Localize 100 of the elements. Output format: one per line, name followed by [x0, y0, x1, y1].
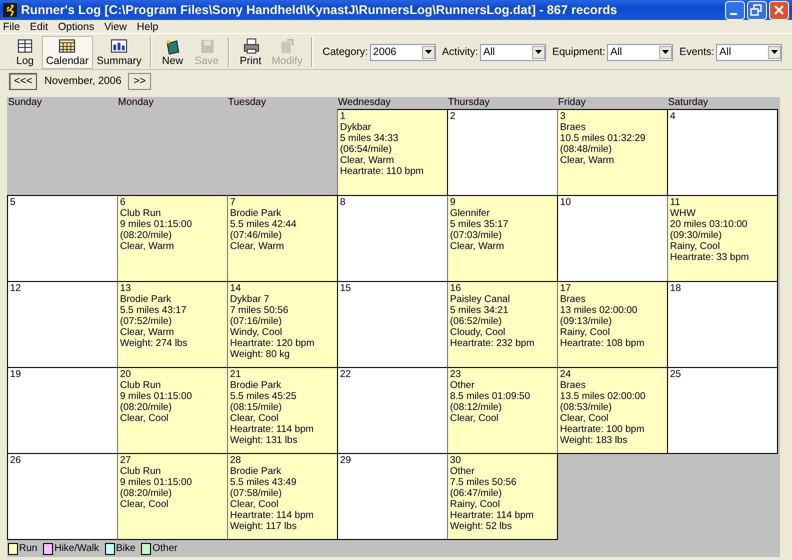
- menu-item[interactable]: Options: [58, 20, 94, 32]
- toolbar-button[interactable]: Summary: [92, 36, 146, 68]
- menu-item[interactable]: File: [3, 20, 20, 32]
- entry-text: 9 miles 01:15:00: [120, 391, 193, 402]
- entry-text: 7 miles 50:56: [230, 305, 290, 316]
- filter-dropdown[interactable]: 2006: [370, 44, 436, 60]
- next-month-button[interactable]: >>: [128, 72, 151, 90]
- entry-text: 20 miles 03:10:00: [670, 219, 748, 230]
- day-cell[interactable]: 28 Brodie Park 5.5 miles 43:49 (07:58/mile) Clear, Cool Heartrate: 114 bpm Weight: 117 lbs: [227, 453, 338, 540]
- minimize-button[interactable]: [725, 0, 745, 20]
- entry-text: WHW: [670, 208, 697, 219]
- entry-text: Clear, Warm: [560, 155, 616, 166]
- day-number: 22: [340, 369, 352, 380]
- day-cell[interactable]: 14 Dykbar 7 7 miles 50:56 (07:16/mile) Windy, Cool Heartrate: 120 bpm Weight: 80 kg: [227, 281, 338, 368]
- day-cell[interactable]: 8: [337, 195, 448, 282]
- day-number: 20: [120, 369, 132, 380]
- entry-text: Dykbar: [340, 122, 372, 133]
- toolbar-button[interactable]: Calendar: [42, 36, 93, 68]
- entry-text: (08:53/mile): [560, 402, 613, 413]
- day-cell[interactable]: 30 Other 7.5 miles 50:56 (06:47/mile) Rainy, Cool Heartrate: 114 bpm Weight: 52 lbs: [447, 453, 558, 540]
- entry-text: 13 miles 02:00:00: [560, 305, 638, 316]
- entry-text: Other: [450, 466, 476, 477]
- day-cell[interactable]: 15: [337, 281, 448, 368]
- day-number: 19: [10, 369, 22, 380]
- day-cell[interactable]: 11 WHW 20 miles 03:10:00 (09:30/mile) Rainy, Cool Heartrate: 33 bpm: [667, 195, 778, 282]
- filter-label: Events:: [679, 46, 714, 58]
- day-cell[interactable]: 27 Club Run 9 miles 01:15:00 (08:20/mile) Clear, Cool: [117, 453, 228, 540]
- entry-text: 5.5 miles 42:44: [230, 219, 298, 230]
- close-button[interactable]: [769, 0, 789, 20]
- entry-text: Heartrate: 33 bpm: [670, 252, 750, 263]
- day-cell[interactable]: 12: [7, 281, 118, 368]
- day-number: 8: [340, 197, 346, 208]
- entry-text: 7.5 miles 50:56: [450, 477, 518, 488]
- day-cell[interactable]: 9 Glennifer 5 miles 35:17 (07:03/mile) Clear, Warm: [447, 195, 558, 282]
- day-cell[interactable]: 17 Braes 13 miles 02:00:00 (09:13/mile) Rainy, Cool Heartrate: 108 bpm: [557, 281, 668, 368]
- weekday-header: Wednesday: [337, 97, 392, 109]
- day-cell[interactable]: 29: [337, 453, 448, 540]
- entry-text: Glennifer: [450, 208, 491, 219]
- day-cell[interactable]: 22: [337, 367, 448, 454]
- day-cell[interactable]: 2: [447, 109, 558, 196]
- day-cell[interactable]: 24 Braes 13.5 miles 02:00:00 (08:53/mile) Clear, Cool Heartrate: 100 bpm Weight: 183 lbs: [557, 367, 668, 454]
- day-number: 10: [560, 197, 572, 208]
- toolbar-button[interactable]: Log: [8, 36, 42, 68]
- restore-button[interactable]: [747, 0, 767, 20]
- day-number: 14: [230, 283, 242, 294]
- toolbar-button[interactable]: New: [156, 36, 190, 68]
- filter-dropdown[interactable]: All: [716, 44, 782, 60]
- entry-text: (09:30/mile): [670, 230, 723, 241]
- filter-dropdown[interactable]: All: [607, 44, 674, 60]
- dropdown-arrow-icon: [535, 50, 542, 54]
- menu-item[interactable]: Help: [136, 20, 158, 32]
- day-cell[interactable]: 1 Dykbar 5 miles 34:33 (06:54/mile) Clear, Warm Heartrate: 110 bpm: [337, 109, 448, 196]
- day-cell[interactable]: 10: [557, 195, 668, 282]
- entry-text: Brodie Park: [120, 294, 172, 305]
- day-cell[interactable]: 20 Club Run 9 miles 01:15:00 (08:20/mile) Clear, Cool: [117, 367, 228, 454]
- entry-text: 5 miles 35:17: [450, 219, 510, 230]
- day-number: 13: [120, 283, 132, 294]
- day-cell[interactable]: 13 Brodie Park 5.5 miles 43:17 (07:52/mile) Clear, Warm Weight: 274 lbs: [117, 281, 228, 368]
- toolbar-button[interactable]: Print: [234, 36, 268, 68]
- entry-text: Weight: 117 lbs: [230, 521, 298, 532]
- menu-item[interactable]: Edit: [30, 20, 48, 32]
- day-cell[interactable]: 26: [7, 453, 118, 540]
- weekday-header: Saturday: [667, 97, 710, 109]
- day-cell[interactable]: 25: [667, 367, 778, 454]
- day-cell[interactable]: 6 Club Run 9 miles 01:15:00 (08:20/mile) Clear, Warm: [117, 195, 228, 282]
- entry-text: Rainy, Cool: [560, 327, 611, 338]
- entry-text: Clear, Warm: [340, 155, 396, 166]
- entry-text: (08:20/mile): [120, 488, 173, 499]
- day-cell[interactable]: 23 Other 8.5 miles 01:09:50 (08:12/mile) Clear, Cool: [447, 367, 558, 454]
- entry-text: (07:03/mile): [450, 230, 503, 241]
- day-number: 11: [670, 197, 682, 208]
- list-icon: [15, 38, 35, 54]
- day-number: 24: [560, 369, 572, 380]
- entry-text: (08:20/mile): [120, 402, 173, 413]
- entry-text: (06:52/mile): [450, 316, 503, 327]
- filter-dropdown[interactable]: All: [480, 44, 546, 60]
- entry-text: Weight: 52 lbs: [450, 521, 513, 532]
- runner-icon: [3, 3, 17, 17]
- previous-month-button[interactable]: <<<: [9, 72, 38, 90]
- day-cell[interactable]: 7 Brodie Park 5.5 miles 42:44 (07:46/mile) Clear, Warm: [227, 195, 338, 282]
- entry-text: Clear, Warm: [230, 241, 286, 252]
- entry-text: Clear, Cool: [230, 499, 280, 510]
- menu-item[interactable]: View: [104, 20, 127, 32]
- entry-text: (08:12/mile): [450, 402, 503, 413]
- day-number: 6: [120, 197, 126, 208]
- day-number: 17: [560, 283, 572, 294]
- day-cell[interactable]: 4: [667, 109, 778, 196]
- weekday-header: Thursday: [447, 97, 491, 109]
- entry-text: Paisley Canal: [450, 294, 511, 305]
- day-cell[interactable]: 21 Brodie Park 5.5 miles 45:25 (08:15/mile) Clear, Cool Heartrate: 114 bpm Weight: 131 lbs: [227, 367, 338, 454]
- entry-text: Rainy, Cool: [670, 241, 721, 252]
- day-cell[interactable]: 16 Paisley Canal 5 miles 34:21 (06:52/mile) Cloudy, Cool Heartrate: 232 bpm: [447, 281, 558, 368]
- day-cell[interactable]: 3 Braes 10.5 miles 01:32:29 (08:48/mile) Clear, Warm: [557, 109, 668, 196]
- day-cell[interactable]: 18: [667, 281, 778, 368]
- entry-text: 5.5 miles 43:49: [230, 477, 298, 488]
- day-number: 21: [230, 369, 242, 380]
- day-number: 18: [670, 283, 682, 294]
- day-cell[interactable]: 5: [7, 195, 118, 282]
- day-cell[interactable]: 19: [7, 367, 118, 454]
- entry-text: Clear, Cool: [120, 499, 170, 510]
